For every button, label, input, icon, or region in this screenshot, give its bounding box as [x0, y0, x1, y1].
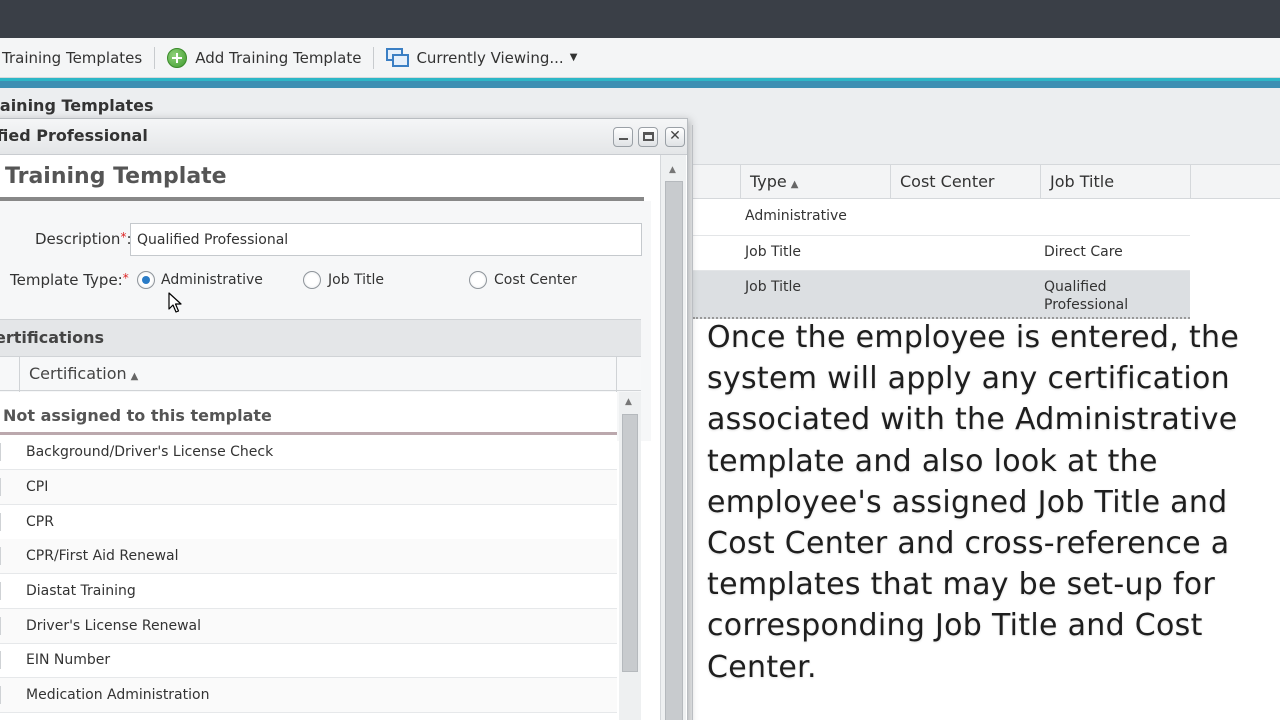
- tutorial-caption: Once the employee is entered, the system…: [707, 317, 1239, 688]
- maximize-icon: [642, 132, 654, 141]
- currently-viewing-dropdown[interactable]: Currently Viewing... ▼: [374, 38, 589, 77]
- scroll-up-icon[interactable]: ▲: [669, 165, 676, 175]
- table-row[interactable]: Job Title Direct Care: [693, 236, 1190, 271]
- column-header-certification[interactable]: Certification ▲: [29, 364, 138, 383]
- list-item[interactable]: Diastat Training: [0, 574, 617, 609]
- maximize-button[interactable]: [638, 127, 658, 147]
- cell-type: Administrative: [745, 208, 847, 224]
- certifications-grid-header: Certification ▲: [0, 356, 641, 392]
- list-item[interactable]: EIN Number: [0, 643, 617, 678]
- cell-type: Job Title: [745, 244, 802, 260]
- group-header: Not assigned to this template: [3, 406, 272, 425]
- add-circle-icon: [167, 47, 188, 68]
- row-marker: [0, 582, 1, 600]
- certifications-section-title: ertifications: [0, 328, 105, 347]
- accent-bar: [0, 78, 1280, 88]
- cell-type: Job Title: [745, 279, 802, 295]
- certification-name: Driver's License Renewal: [26, 618, 202, 634]
- minimize-button[interactable]: [613, 127, 633, 147]
- column-header-type[interactable]: Type ▲: [741, 165, 891, 199]
- cell-job-title: Qualified Professional: [1044, 279, 1129, 313]
- row-marker: [0, 513, 1, 531]
- main-toolbar: Training Templates Add Training Template…: [0, 38, 1280, 78]
- list-item[interactable]: Driver's License Renewal: [0, 609, 617, 644]
- radio-job-title[interactable]: [303, 271, 321, 289]
- list-item[interactable]: Medication Administration: [0, 678, 617, 713]
- radio-administrative[interactable]: [137, 271, 155, 289]
- radio-label-administrative: Administrative: [161, 272, 263, 288]
- list-item[interactable]: Background/Driver's License Check: [0, 435, 617, 470]
- row-marker: [0, 443, 1, 461]
- training-templates-button[interactable]: Training Templates: [0, 38, 154, 77]
- table-row[interactable]: Administrative: [693, 200, 1190, 236]
- row-marker: [0, 651, 1, 669]
- sort-ascending-icon: ▲: [790, 179, 799, 190]
- scrollbar-thumb[interactable]: [665, 181, 683, 720]
- caption-line: employee's assigned Job Title and: [707, 484, 1228, 520]
- certifications-list: Not assigned to this template Background…: [0, 392, 617, 720]
- caret-down-icon: ▼: [569, 52, 578, 63]
- radio-label-job-title: Job Title: [328, 272, 385, 288]
- column-divider: [19, 357, 20, 392]
- template-type-label: Template Type:*: [10, 271, 129, 289]
- certifications-section-header[interactable]: ertifications: [0, 319, 641, 356]
- column-divider: [616, 357, 617, 392]
- caption-line: Center.: [707, 649, 817, 685]
- caption-line: system will apply any certification: [707, 361, 1230, 397]
- cell-job-title: Direct Care: [1044, 244, 1123, 260]
- currently-viewing-label: Currently Viewing...: [416, 48, 564, 67]
- add-training-template-button[interactable]: Add Training Template: [155, 38, 373, 77]
- grid-header-spacer: [693, 165, 741, 199]
- column-header-job-title[interactable]: Job Title: [1041, 165, 1191, 199]
- certification-name: EIN Number: [26, 652, 111, 668]
- grid-toolbar-strip: [693, 125, 1280, 165]
- row-marker: [0, 617, 1, 635]
- caption-line: templates that may be set-up for: [707, 567, 1216, 603]
- column-header-cost-center[interactable]: Cost Center: [891, 165, 1041, 199]
- caption-line: Once the employee is entered, the: [707, 320, 1240, 355]
- certification-name: CPI: [26, 479, 49, 495]
- sort-ascending-icon: ▲: [130, 371, 139, 382]
- dialog-title-bar[interactable]: ified Professional ✕: [0, 119, 687, 155]
- minimize-icon: [618, 137, 628, 140]
- list-item[interactable]: CPR/First Aid Renewal: [0, 539, 617, 574]
- add-training-template-label: Add Training Template: [195, 48, 362, 67]
- required-marker: *: [122, 271, 129, 285]
- list-item[interactable]: CPR: [0, 505, 617, 540]
- description-label: Description*:: [35, 230, 132, 248]
- grid-header: Type ▲ Cost Center Job Title: [693, 165, 1280, 199]
- scroll-up-icon[interactable]: ▲: [625, 397, 632, 407]
- row-marker: [0, 478, 1, 496]
- row-marker: [0, 686, 1, 704]
- dialog-scrollbar[interactable]: ▲: [660, 155, 686, 720]
- certification-name: Diastat Training: [26, 583, 136, 599]
- scrollbar-thumb[interactable]: [622, 414, 638, 672]
- required-marker: *: [120, 230, 127, 244]
- certification-name: Medication Administration: [26, 687, 210, 703]
- certifications-scrollbar[interactable]: ▲: [619, 392, 641, 720]
- row-marker: [0, 547, 1, 565]
- caption-line: Cost Center and cross-reference a: [707, 526, 1230, 562]
- list-item[interactable]: CPI: [0, 470, 617, 505]
- certification-name: Background/Driver's License Check: [26, 444, 274, 460]
- caption-line: corresponding Job Title and Cost: [707, 608, 1203, 644]
- training-templates-label: Training Templates: [2, 48, 143, 67]
- radio-cost-center[interactable]: [469, 271, 487, 289]
- caption-line: template and also look at the: [707, 443, 1158, 479]
- close-icon: ✕: [669, 128, 681, 144]
- caption-line: associated with the Administrative: [707, 402, 1238, 438]
- form-heading: Training Template: [5, 164, 227, 189]
- training-template-dialog: ified Professional ✕ Training Template D…: [0, 118, 688, 720]
- certification-name: CPR: [26, 514, 54, 530]
- certification-name: CPR/First Aid Renewal: [26, 548, 179, 564]
- page-title: raining Templates: [0, 96, 154, 115]
- table-row-selected[interactable]: Job Title Qualified Professional: [693, 271, 1190, 319]
- mouse-pointer-icon: [168, 292, 182, 313]
- close-button[interactable]: ✕: [665, 127, 685, 147]
- app-title-bar: [0, 0, 1280, 38]
- dialog-title: ified Professional: [0, 126, 148, 145]
- windows-icon: [386, 47, 410, 68]
- description-input[interactable]: [130, 223, 642, 256]
- radio-label-cost-center: Cost Center: [494, 272, 577, 288]
